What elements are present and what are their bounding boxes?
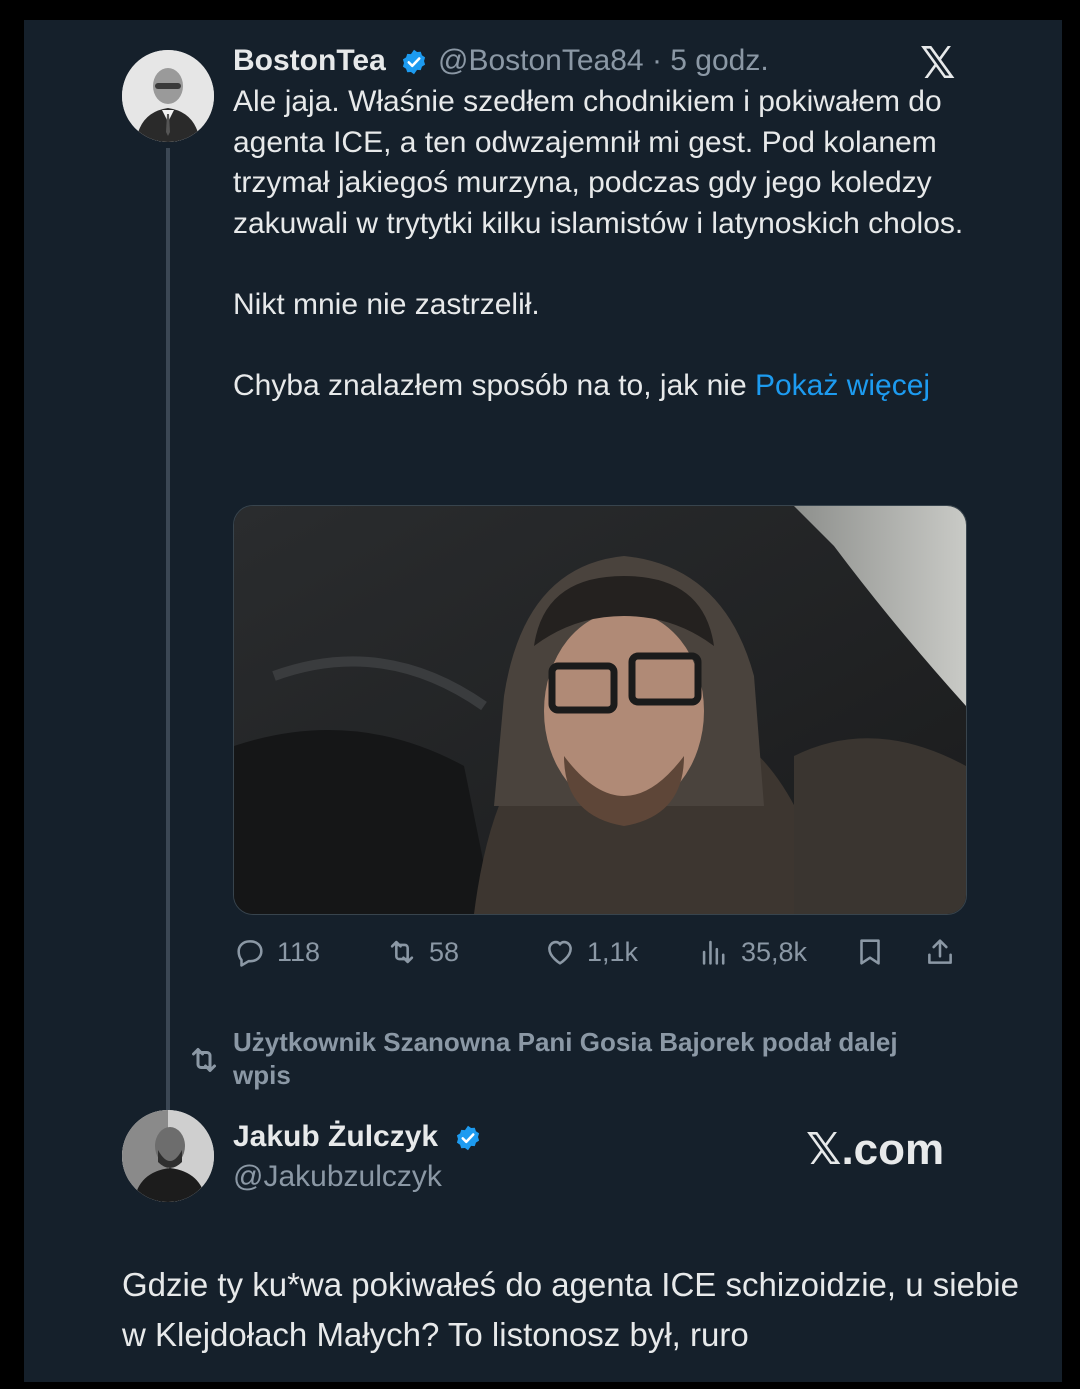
reply-count: 118 [277, 936, 321, 967]
meta-separator: · [651, 44, 662, 77]
repost-count: 58 [429, 936, 460, 967]
selfie-photo [234, 506, 966, 914]
tweet-time[interactable]: 5 godz. [670, 44, 768, 77]
repost-icon [390, 940, 414, 964]
jakub-avatar[interactable] [122, 1110, 214, 1202]
like-button[interactable]: 1,1k [543, 928, 638, 976]
reply-text: Gdzie ty ku*wa pokiwałeś do agenta ICE s… [122, 1266, 1019, 1353]
screenshot-panel: BostonTea @BostonTea84 · 5 godz. 𝕏 Ale j… [24, 20, 1062, 1382]
like-icon [548, 940, 572, 965]
verified-badge-icon [456, 1125, 480, 1151]
bookmark-icon [860, 939, 880, 965]
bookmark-button[interactable] [853, 928, 887, 976]
tweet-body: Ale jaja. Właśnie szedłem chodnikiem i p… [233, 82, 973, 406]
tweet-media-photo[interactable] [233, 505, 967, 915]
views-button[interactable]: 35,8k [697, 928, 807, 976]
tweet-paragraph-truncated: Chyba znalazłem sposób na to, jak nie [233, 368, 747, 402]
tweet-paragraph: Ale jaja. Właśnie szedłem chodnikiem i p… [233, 85, 964, 240]
repost-icon [192, 1048, 216, 1072]
tweet-paragraph: Nikt mnie nie zastrzelił. [233, 287, 540, 321]
reply-button[interactable]: 118 [233, 928, 320, 976]
share-icon [928, 939, 952, 964]
share-button[interactable] [923, 928, 957, 976]
reply-author-handle[interactable]: @Jakubzulczyk [233, 1160, 442, 1194]
like-count: 1,1k [587, 936, 639, 967]
repost-button[interactable]: 58 [385, 928, 459, 976]
bostontea-avatar[interactable] [122, 50, 214, 142]
author-name[interactable]: BostonTea [233, 44, 386, 78]
tweet-action-bar: 118 58 1,1k 35,8k [233, 928, 973, 976]
repost-notice[interactable]: Użytkownik Szanowna Pani Gosia Bajorek p… [233, 1026, 933, 1092]
reply-icon [237, 940, 263, 967]
tweet-paragraph: Chyba znalazłem sposób na to, jak nie Po… [233, 366, 973, 407]
thread-connector-line [166, 148, 170, 1123]
views-count: 35,8k [741, 936, 808, 967]
x-logo-icon: 𝕏 [920, 39, 956, 88]
verified-badge-icon [402, 49, 426, 75]
show-more-link[interactable]: Pokaż więcej [755, 369, 930, 402]
reply-author-name[interactable]: Jakub Żulczyk [233, 1120, 438, 1154]
x-com-watermark: 𝕏.com [806, 1125, 945, 1174]
author-handle[interactable]: @BostonTea84 [438, 44, 644, 77]
views-icon [702, 940, 725, 965]
tweet-meta: @BostonTea84 · 5 godz. [438, 44, 769, 78]
